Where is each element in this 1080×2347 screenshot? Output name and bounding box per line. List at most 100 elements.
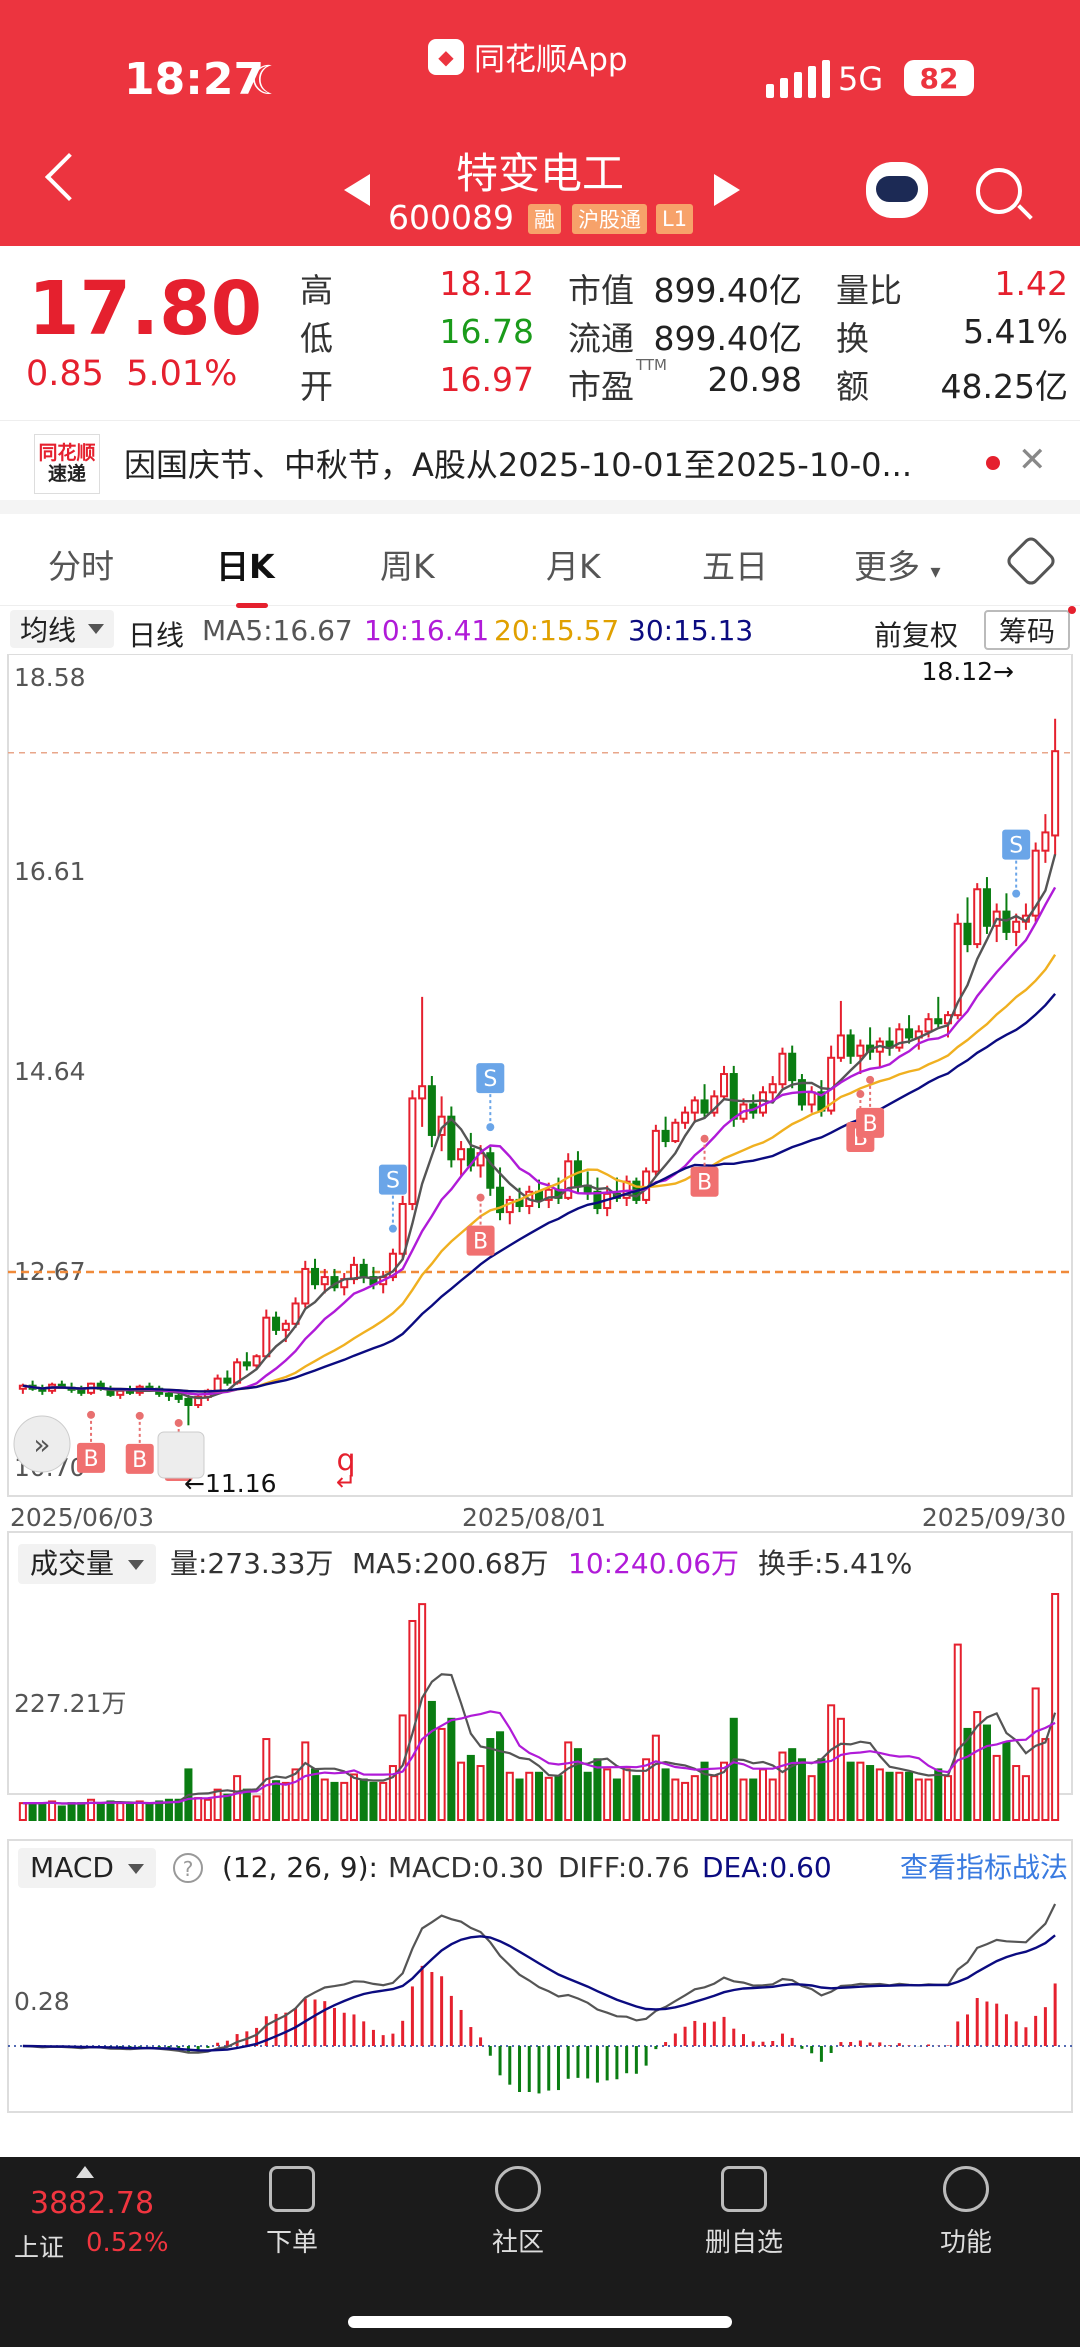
tab-more[interactable]: 更多 ▾: [854, 540, 941, 588]
volume-bar: [534, 1771, 544, 1822]
volume-bar: [418, 1603, 427, 1821]
turnover-value: 5.41%: [963, 312, 1068, 351]
kline-chart[interactable]: 18.5816.6114.6412.6710.70 BBBSBSBBBS 18.…: [0, 654, 1080, 2120]
turnover-rate: 换手:5.41%: [758, 1547, 912, 1580]
macd-value: MACD:0.30: [388, 1851, 544, 1884]
volume-bar: [408, 1619, 417, 1821]
news-logo: 同花顺 速递: [34, 434, 100, 494]
volume-bar: [106, 1800, 115, 1821]
volume-bar: [797, 1758, 806, 1821]
candle-body: [398, 1202, 407, 1255]
tab-monthly-k[interactable]: 月K: [546, 540, 601, 588]
volume-bar: [651, 1734, 660, 1821]
candle-body: [905, 1028, 914, 1039]
candle-body: [690, 1099, 699, 1114]
candle-body: [681, 1111, 690, 1124]
app-logo-icon: ◆: [428, 38, 464, 75]
volume-bar: [739, 1778, 748, 1821]
volume-bar: [457, 1761, 466, 1822]
current-price: 17.80: [28, 266, 263, 352]
return-arrow-icon: ↵: [336, 1468, 356, 1496]
chip-notify-dot: [1068, 606, 1076, 614]
candle-body: [242, 1361, 251, 1367]
next-stock-icon[interactable]: [714, 174, 740, 206]
caret-down-icon: ▾: [930, 559, 941, 583]
market-cap-label: 市值: [568, 271, 634, 310]
nav-remove-label: 删自选: [704, 2228, 783, 2258]
candle-body: [788, 1052, 797, 1082]
candle-body: [807, 1091, 816, 1106]
candle-body: [427, 1085, 436, 1136]
search-icon[interactable]: [976, 168, 1022, 214]
tab-weekly-k[interactable]: 周K: [380, 540, 435, 588]
adjust-label[interactable]: 前复权: [874, 614, 958, 654]
tab-daily-k[interactable]: 日K: [216, 540, 275, 608]
volume-bar: [729, 1717, 738, 1822]
candle-body: [671, 1121, 680, 1143]
candle-body: [272, 1316, 281, 1331]
nav-community[interactable]: 社区: [458, 2166, 578, 2259]
index-percent: 0.52%: [86, 2228, 169, 2258]
volume-bar: [67, 1802, 76, 1821]
volume-bar: [827, 1704, 836, 1822]
tab-intraday[interactable]: 分时: [48, 540, 114, 588]
nav-remove-watchlist[interactable]: 删自选: [684, 2166, 804, 2259]
volume-bar: [953, 1643, 962, 1821]
tab-more-label: 更多: [854, 547, 920, 586]
prev-stock-icon[interactable]: [344, 174, 370, 206]
crosshair-tool-icon[interactable]: [157, 1431, 205, 1479]
signal-label: S: [386, 1169, 400, 1194]
volume-bar: [1041, 1738, 1050, 1822]
signal-dot: [700, 1134, 709, 1143]
volume-bar: [28, 1802, 37, 1821]
volume-bar: [924, 1778, 933, 1821]
change-value: 0.85: [26, 354, 104, 394]
chip-button[interactable]: 筹码: [984, 610, 1070, 650]
volume-bar: [145, 1803, 154, 1822]
volume-bar: [125, 1803, 135, 1822]
volume-title: 成交量: [30, 1547, 114, 1580]
app-root: 18:27 ☾ ◆ 同花顺App 5G 82 特变电工 600089 融 沪股通…: [0, 0, 1080, 2347]
nav-order[interactable]: 下单: [232, 2166, 352, 2259]
candle-body: [359, 1263, 368, 1279]
candle-body: [700, 1099, 709, 1114]
volume-bar: [817, 1758, 826, 1821]
amount-value: 48.25亿: [940, 367, 1068, 406]
candle-body: [408, 1097, 417, 1205]
diff-value: DIFF:0.76: [558, 1851, 690, 1884]
moon-icon: ☾: [250, 58, 286, 104]
stock-code: 600089: [388, 198, 514, 237]
ma-selector[interactable]: 均线: [10, 610, 115, 648]
volume-bar: [992, 1754, 1001, 1821]
float-cap-label: 流通: [568, 319, 634, 358]
macd-params: (12, 26, 9):: [222, 1851, 378, 1884]
price-change: 0.85 5.01%: [26, 354, 237, 394]
volume-ma5: MA5:200.68万: [352, 1547, 549, 1580]
volume-bar: [233, 1775, 242, 1822]
news-text[interactable]: 因国庆节、中秋节，A股从2025-10-01至2025-10-0...: [124, 440, 964, 486]
assistant-robot-icon[interactable]: [866, 162, 928, 218]
candle-body: [418, 1085, 427, 1100]
signal-icon: [766, 58, 830, 98]
app-name: 同花顺App: [474, 42, 628, 78]
order-doc-icon: [269, 2166, 315, 2212]
tab-five-day[interactable]: 五日: [702, 540, 768, 588]
close-icon[interactable]: ✕: [1018, 440, 1047, 480]
signal-dot: [856, 1090, 865, 1099]
volume-bar: [379, 1781, 388, 1821]
kline-xtick: 2025/06/03: [10, 1503, 154, 1532]
candle-body: [1002, 910, 1011, 933]
volume-bar: [320, 1778, 329, 1821]
volume-bar: [856, 1761, 865, 1822]
nav-community-label: 社区: [491, 2228, 544, 2258]
header: 18:27 ☾ ◆ 同花顺App 5G 82 特变电工 600089 融 沪股通…: [0, 0, 1080, 246]
dea-line: [22, 1934, 1056, 2052]
index-value[interactable]: 3882.78: [30, 2186, 154, 2221]
high-value: 18.12: [439, 264, 534, 303]
nav-functions[interactable]: 功能: [906, 2166, 1026, 2259]
volume-bar: [476, 1765, 485, 1822]
ma5-line: [22, 853, 1057, 1400]
candle-body: [213, 1377, 222, 1392]
volume-bar: [213, 1788, 222, 1822]
indicator-strategy-link[interactable]: 查看指标战法: [900, 1851, 1068, 1884]
